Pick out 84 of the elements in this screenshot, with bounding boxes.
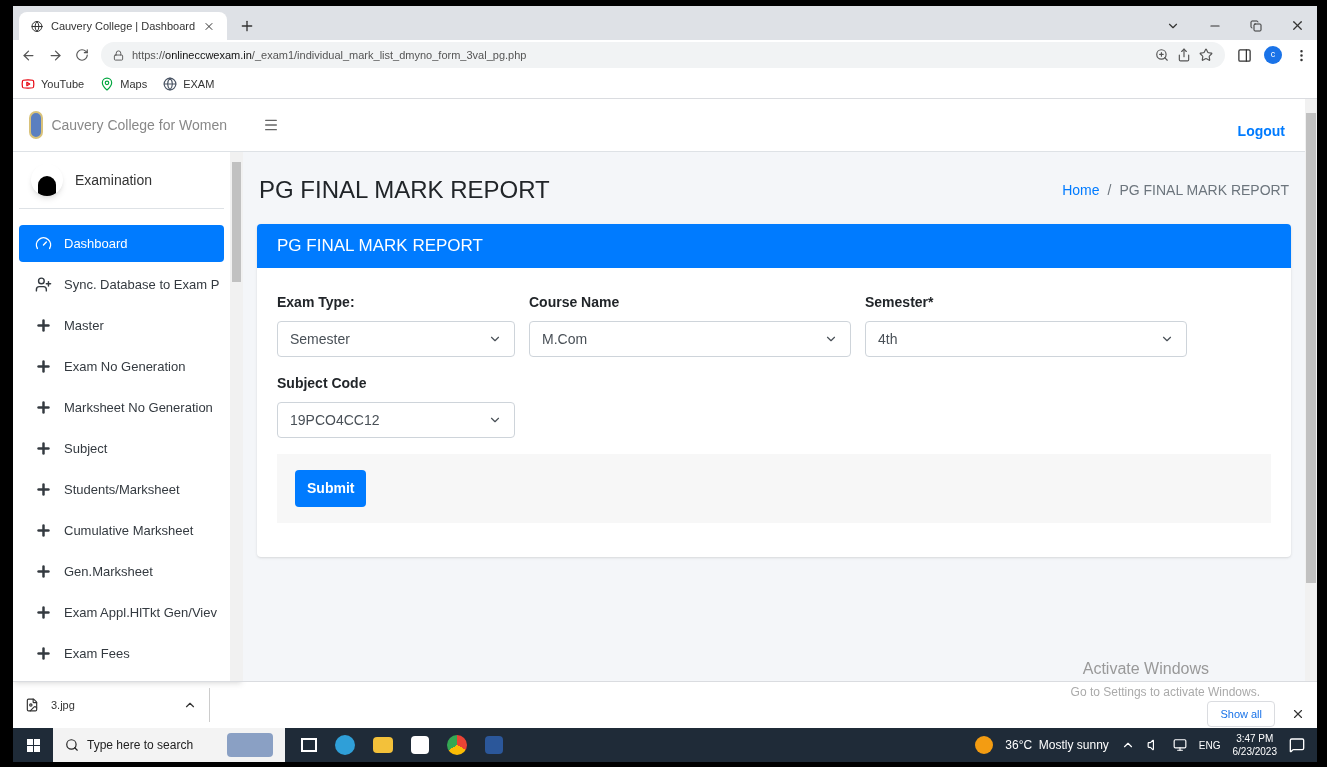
zoom-icon[interactable] bbox=[1155, 48, 1169, 62]
plus-icon bbox=[35, 563, 52, 580]
chrome-icon[interactable] bbox=[447, 735, 467, 755]
map-pin-icon bbox=[100, 77, 115, 91]
edge-icon[interactable] bbox=[335, 735, 355, 755]
address-bar[interactable]: https://onlineccwexam.in/_exam1/individual_mark_list_dmyno_form_3val_pg.php bbox=[101, 42, 1225, 68]
close-icon[interactable] bbox=[1290, 18, 1305, 33]
avatar-icon bbox=[31, 164, 63, 196]
show-all-button[interactable]: Show all bbox=[1207, 700, 1275, 728]
field-label: Course Name bbox=[529, 293, 621, 312]
side-panel-icon[interactable] bbox=[1237, 47, 1252, 63]
plus-icon bbox=[35, 645, 52, 662]
select-field[interactable]: 19PCO4CC12 bbox=[277, 402, 515, 438]
download-file[interactable]: 3.jpg bbox=[51, 696, 171, 714]
nav-item[interactable]: Sync. Database to Exam P bbox=[19, 266, 224, 303]
clock[interactable]: 3:47 PM 6/23/2023 bbox=[1232, 732, 1277, 758]
restore-icon[interactable] bbox=[1250, 19, 1262, 32]
new-tab-icon[interactable] bbox=[239, 18, 255, 34]
field-label: Exam Type: bbox=[277, 293, 356, 312]
plus-icon bbox=[35, 481, 52, 498]
weather-icon bbox=[975, 736, 994, 754]
taskbar-search[interactable]: Type here to search bbox=[53, 728, 285, 762]
nav-item[interactable]: Exam No Generation bbox=[19, 348, 224, 385]
breadcrumb-current: PG FINAL MARK REPORT bbox=[1119, 180, 1289, 200]
forward-icon[interactable] bbox=[48, 47, 63, 63]
nav-item[interactable]: Exam Appl.HlTkt Gen/Viev bbox=[19, 594, 224, 631]
plus-icon bbox=[35, 440, 52, 457]
logo-icon bbox=[29, 111, 44, 139]
nav-item[interactable]: Master bbox=[19, 307, 224, 344]
field-label: Subject Code bbox=[277, 374, 368, 393]
profile-avatar[interactable]: c bbox=[1264, 46, 1282, 64]
activation-title: Activate Windows bbox=[1082, 659, 1209, 679]
share-icon[interactable] bbox=[1177, 48, 1191, 62]
user-name: Examination bbox=[75, 170, 153, 190]
breadcrumb-separator: / bbox=[1107, 180, 1112, 200]
star-icon[interactable] bbox=[1199, 48, 1213, 62]
plus-icon bbox=[35, 358, 52, 375]
network-icon[interactable] bbox=[1172, 738, 1187, 752]
globe-icon bbox=[163, 77, 178, 91]
language-indicator[interactable]: ENG bbox=[1198, 737, 1221, 753]
select-field[interactable]: M.Com bbox=[529, 321, 851, 357]
url-text: https://onlineccwexam.in/_exam1/individual_mark_list_dmyno_form_3val_pg.php bbox=[132, 47, 528, 63]
bookmark[interactable]: Maps bbox=[100, 75, 148, 93]
plus-icon bbox=[35, 317, 52, 334]
nav-item[interactable]: Exam Fees bbox=[19, 635, 224, 672]
logout-link[interactable]: Logout bbox=[1237, 120, 1285, 142]
gauge-icon bbox=[35, 235, 52, 252]
browser-tab[interactable]: Cauvery College | Dashboard bbox=[19, 12, 227, 40]
user-plus-icon bbox=[35, 276, 52, 293]
plus-icon bbox=[35, 522, 52, 539]
store-icon[interactable] bbox=[411, 736, 429, 754]
submit-button[interactable]: Submit bbox=[295, 470, 367, 507]
folder-icon[interactable] bbox=[373, 737, 393, 753]
nav-item[interactable]: Gen.Marksheet bbox=[19, 553, 224, 590]
card-header: PG FINAL MARK REPORT bbox=[257, 224, 1291, 268]
video-icon bbox=[21, 77, 35, 91]
globe-icon bbox=[31, 19, 43, 33]
nav-item[interactable]: Students/Marksheet bbox=[19, 471, 224, 508]
bookmark[interactable]: YouTube bbox=[21, 75, 85, 93]
close-icon[interactable] bbox=[1291, 707, 1305, 721]
select-field[interactable]: Semester bbox=[277, 321, 515, 357]
reload-icon[interactable] bbox=[75, 48, 89, 62]
page-title: PG FINAL MARK REPORT bbox=[259, 175, 550, 205]
lock-icon bbox=[113, 49, 124, 61]
nav-item[interactable]: Subject bbox=[19, 430, 224, 467]
activation-subtitle: Go to Settings to activate Windows. bbox=[1070, 683, 1260, 701]
field-label: Semester* bbox=[865, 293, 935, 312]
task-view-icon[interactable] bbox=[301, 738, 317, 752]
breadcrumb-link[interactable]: Home bbox=[1062, 179, 1100, 201]
nav-item[interactable]: Dashboard bbox=[19, 225, 224, 262]
back-icon[interactable] bbox=[21, 47, 36, 63]
brand-name: Cauvery College for Women bbox=[51, 115, 227, 135]
search-icon bbox=[65, 738, 79, 752]
machine-picture bbox=[227, 733, 273, 757]
file-icon bbox=[25, 698, 39, 712]
select-field[interactable]: 4th bbox=[865, 321, 1187, 357]
plus-icon bbox=[35, 399, 52, 416]
weather-text: 36°C Mostly sunny bbox=[1005, 737, 1109, 754]
menu-icon[interactable] bbox=[263, 117, 279, 133]
nav-item[interactable]: Marksheet No Generation bbox=[19, 389, 224, 426]
notification-icon[interactable] bbox=[1289, 737, 1305, 753]
bookmark[interactable]: EXAM bbox=[163, 75, 215, 93]
plus-icon bbox=[35, 604, 52, 621]
nav-item[interactable]: Cumulative Marksheet bbox=[19, 512, 224, 549]
